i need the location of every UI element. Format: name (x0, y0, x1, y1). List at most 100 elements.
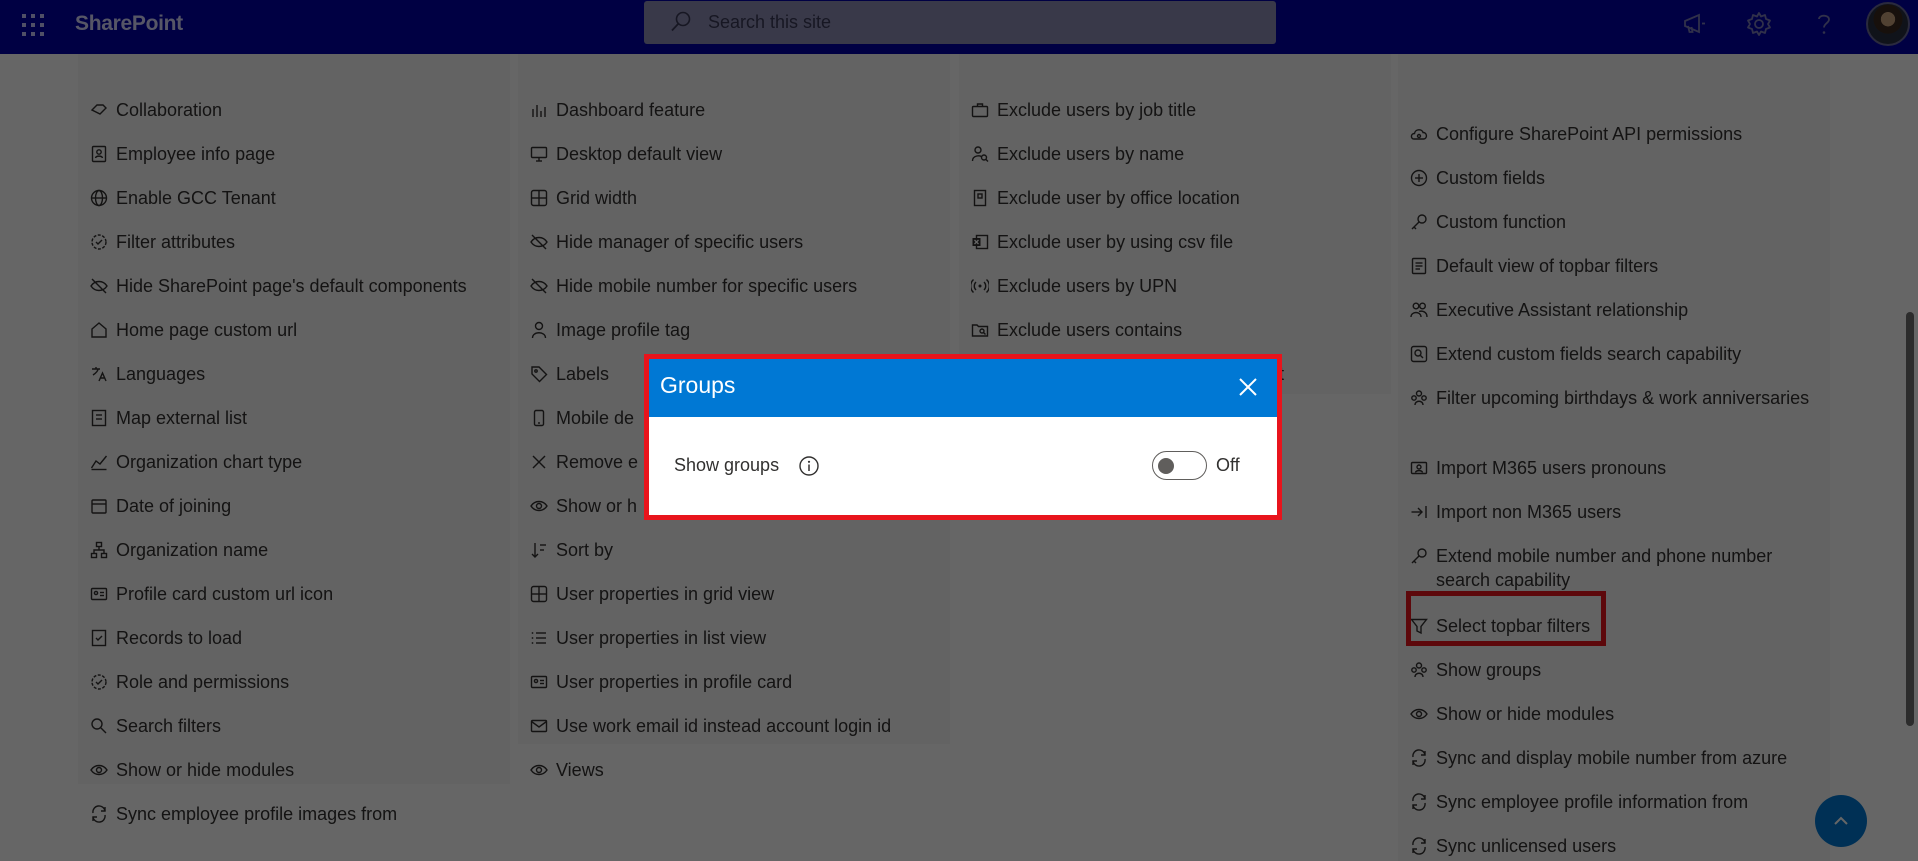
setting-item[interactable]: Map external list (90, 406, 510, 430)
search-box-icon (1410, 342, 1432, 366)
setting-item[interactable]: Views (530, 758, 950, 782)
setting-item[interactable]: Show or hide modules (1410, 702, 1810, 726)
setting-item[interactable]: Sync unlicensed users (1410, 834, 1810, 858)
language-icon (90, 362, 112, 386)
setting-item[interactable]: Exclude users by job title (971, 98, 1391, 122)
setting-item[interactable]: Custom function (1410, 210, 1810, 234)
setting-item[interactable]: Extend mobile number and phone number se… (1410, 544, 1810, 592)
close-icon (1239, 378, 1257, 396)
grid-icon (530, 582, 552, 606)
setting-item[interactable]: User properties in grid view (530, 582, 950, 606)
setting-item[interactable]: Sync and display mobile number from azur… (1410, 746, 1810, 770)
records-icon (90, 626, 112, 650)
search-input[interactable] (708, 1, 1248, 44)
setting-item-label: Use work email id instead account login … (556, 716, 892, 736)
setting-item[interactable]: Exclude users by name (971, 142, 1391, 166)
setting-item[interactable]: Sync employee profile information from (1410, 790, 1810, 814)
scroll-to-top-button[interactable] (1815, 795, 1867, 847)
dialog-close-button[interactable] (1233, 372, 1263, 402)
setting-item[interactable]: Exclude users by UPN (971, 274, 1391, 298)
setting-item[interactable]: Sort by (530, 538, 950, 562)
scrollbar-thumb[interactable] (1906, 312, 1914, 726)
setting-item-label: Organization chart type (116, 452, 303, 472)
setting-item-label: Exclude users by job title (997, 100, 1197, 120)
setting-item[interactable]: Organization chart type (90, 450, 510, 474)
setting-item-label: Views (556, 760, 604, 780)
setting-item[interactable]: Desktop default view (530, 142, 950, 166)
setting-item-label: Sync employee profile information from (1436, 792, 1749, 812)
show-groups-toggle[interactable] (1152, 451, 1207, 480)
app-brand[interactable]: SharePoint (75, 12, 183, 36)
setting-item[interactable]: Organization name (90, 538, 510, 562)
info-icon[interactable] (798, 455, 820, 477)
key-icon (1410, 210, 1432, 234)
setting-item[interactable]: Import M365 users pronouns (1410, 456, 1810, 480)
setting-item-label: Search filters (116, 716, 222, 736)
setting-item[interactable]: Collaboration (90, 98, 510, 122)
eye-icon (1410, 702, 1432, 726)
setting-item[interactable]: Custom fields (1410, 166, 1810, 190)
setting-item[interactable]: Hide mobile number for specific users (530, 274, 950, 298)
setting-item[interactable]: Employee info page (90, 142, 510, 166)
setting-item[interactable]: Sync employee profile images from (90, 802, 510, 826)
setting-item[interactable]: Configure SharePoint API permissions (1410, 122, 1810, 146)
setting-item-label: Exclude users by name (997, 144, 1185, 164)
eye-icon (530, 494, 552, 518)
setting-item[interactable]: Enable GCC Tenant (90, 186, 510, 210)
setting-item[interactable]: Date of joining (90, 494, 510, 518)
sort-icon (530, 538, 552, 562)
search-icon (90, 714, 112, 738)
sync-icon (1410, 746, 1432, 770)
setting-item[interactable]: User properties in profile card (530, 670, 950, 694)
setting-item-label: Dashboard feature (556, 100, 706, 120)
setting-item[interactable]: Hide manager of specific users (530, 230, 950, 254)
setting-item-label: Role and permissions (116, 672, 290, 692)
setting-item-label: Show groups (1436, 660, 1542, 680)
settings-gear-icon[interactable] (1745, 10, 1773, 38)
setting-item[interactable]: Exclude user by using csv file (971, 230, 1391, 254)
setting-item[interactable]: Profile card custom url icon (90, 582, 510, 606)
setting-item[interactable]: Filter attributes (90, 230, 510, 254)
setting-item-label: Default view of topbar filters (1436, 256, 1659, 276)
calendar-icon (90, 494, 112, 518)
setting-item[interactable]: Languages (90, 362, 510, 386)
setting-item-label: Profile card custom url icon (116, 584, 334, 604)
setting-item[interactable]: Grid width (530, 186, 950, 210)
setting-item[interactable]: Image profile tag (530, 318, 950, 342)
app-launcher-icon[interactable] (20, 12, 44, 36)
setting-item[interactable]: Dashboard feature (530, 98, 950, 122)
setting-item-label: Image profile tag (556, 320, 691, 340)
setting-item[interactable]: Use work email id instead account login … (530, 714, 950, 738)
user-avatar[interactable] (1866, 2, 1910, 46)
list-icon (530, 626, 552, 650)
gear-badge-icon (90, 670, 112, 694)
setting-item[interactable]: User properties in list view (530, 626, 950, 650)
setting-item-label: Date of joining (116, 496, 232, 516)
eye-off-icon (530, 274, 552, 298)
org-icon (90, 538, 112, 562)
setting-item[interactable]: Search filters (90, 714, 510, 738)
gear-badge-icon (90, 230, 112, 254)
setting-item-label: Hide SharePoint page's default component… (116, 276, 467, 296)
setting-item-label: Executive Assistant relationship (1436, 300, 1689, 320)
setting-item[interactable]: Role and permissions (90, 670, 510, 694)
setting-item[interactable]: Show or hide modules (90, 758, 510, 782)
setting-item-label: Exclude users by UPN (997, 276, 1178, 296)
setting-item[interactable]: Filter upcoming birthdays & work anniver… (1410, 386, 1810, 410)
megaphone-icon[interactable] (1680, 10, 1708, 38)
help-icon[interactable] (1810, 10, 1838, 38)
cloud-gear-icon (1410, 122, 1432, 146)
setting-item[interactable]: Exclude user by office location (971, 186, 1391, 210)
setting-item[interactable]: Extend custom fields search capability (1410, 342, 1810, 366)
setting-item[interactable]: Executive Assistant relationship (1410, 298, 1810, 322)
search-box[interactable] (644, 1, 1276, 44)
setting-item[interactable]: Hide SharePoint page's default component… (90, 274, 510, 298)
setting-item[interactable]: Default view of topbar filters (1410, 254, 1810, 278)
setting-item[interactable]: Show groups (1410, 658, 1810, 682)
show-groups-label: Show groups (674, 455, 780, 475)
setting-item[interactable]: Exclude users contains (971, 318, 1391, 342)
setting-item[interactable]: Import non M365 users (1410, 500, 1810, 524)
setting-item[interactable]: Home page custom url (90, 318, 510, 342)
setting-item[interactable]: Records to load (90, 626, 510, 650)
sync-icon (90, 802, 112, 826)
